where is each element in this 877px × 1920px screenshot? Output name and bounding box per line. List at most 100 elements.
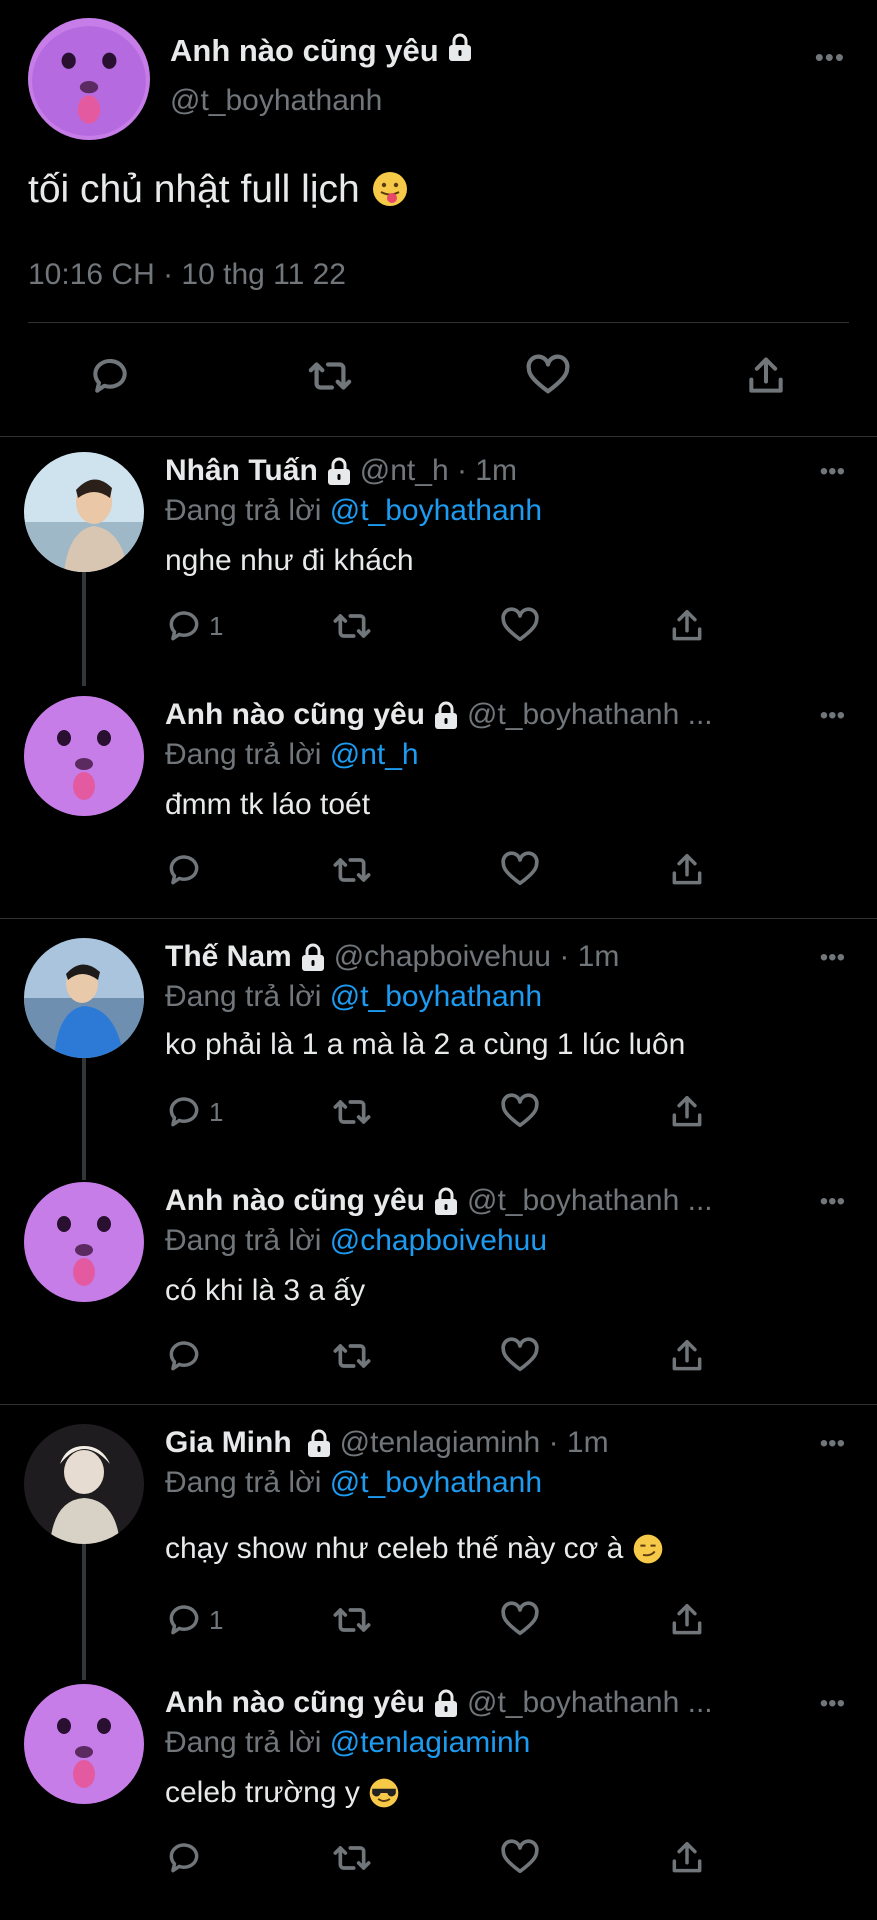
reply-author-handle[interactable]: @tenlagiaminh · 1m	[340, 1426, 609, 1460]
more-options-button[interactable]: •••	[820, 458, 845, 486]
tweet-text-content: tối chủ nhật full lịch	[28, 168, 360, 211]
like-icon[interactable]	[500, 1090, 540, 1134]
tweet-timestamp[interactable]: 10:16 CH · 10 thg 11 22	[28, 258, 346, 292]
replying-to-mention[interactable]: @t_boyhathanh	[330, 1466, 542, 1499]
share-icon[interactable]	[668, 848, 706, 892]
reply-author-handle[interactable]: @t_boyhathanh ...	[467, 1184, 713, 1218]
sunglasses-emoji-icon	[368, 1777, 400, 1812]
reply-author-name[interactable]: Anh nào cũng yêu	[165, 1686, 425, 1720]
share-icon[interactable]	[668, 1836, 706, 1880]
reply-author-handle[interactable]: @nt_h · 1m	[360, 454, 517, 488]
share-icon[interactable]	[668, 1090, 706, 1134]
avatar[interactable]	[24, 452, 144, 572]
avatar[interactable]	[24, 1424, 144, 1544]
author-name-row[interactable]: Anh nào cũng yêu	[170, 32, 473, 70]
reply-tweet[interactable]: Anh nào cũng yêu @t_boyhathanh ... ••• Đ…	[0, 1166, 877, 1406]
retweet-icon[interactable]	[332, 1334, 372, 1378]
replying-to-mention[interactable]: @chapboivehuu	[330, 1224, 547, 1257]
share-icon[interactable]	[668, 604, 706, 648]
retweet-icon[interactable]	[332, 848, 372, 892]
reply-author-name[interactable]: Nhân Tuấn	[165, 454, 318, 488]
replying-to-mention[interactable]: @t_boyhathanh	[330, 980, 542, 1013]
reply-text: có khi là 3 a ấy	[165, 1274, 366, 1307]
more-options-button[interactable]: •••	[815, 42, 845, 73]
reply-tweet[interactable]: Anh nào cũng yêu @t_boyhathanh ... ••• Đ…	[0, 1668, 877, 1908]
replying-prefix: Đang trả lời	[165, 980, 330, 1013]
like-icon[interactable]	[500, 848, 540, 892]
avatar[interactable]	[24, 938, 144, 1058]
more-options-button[interactable]: •••	[820, 944, 845, 972]
lock-icon	[300, 942, 326, 972]
reply-text: đmm tk láo toét	[165, 788, 371, 821]
avatar[interactable]	[28, 18, 150, 140]
reply-icon[interactable]	[165, 848, 203, 892]
replying-to-line: Đang trả lời @tenlagiaminh	[165, 1726, 530, 1760]
reply-action-bar	[0, 1334, 877, 1378]
more-options-button[interactable]: •••	[820, 1188, 845, 1216]
reply-header: Thế Nam @chapboivehuu · 1m	[165, 940, 841, 974]
author-handle[interactable]: @t_boyhathanh	[170, 84, 382, 118]
retweet-icon[interactable]	[304, 350, 356, 402]
main-action-bar	[0, 350, 877, 410]
retweet-icon[interactable]	[332, 1598, 372, 1642]
reply-button[interactable]: 1	[165, 1090, 223, 1134]
reply-author-name[interactable]: Gia Minh	[165, 1426, 292, 1460]
share-icon[interactable]	[740, 350, 792, 402]
reply-tweet[interactable]: Nhân Tuấn @nt_h · 1m ••• Đang trả lời @t…	[0, 436, 877, 676]
retweet-icon[interactable]	[332, 604, 372, 648]
retweet-icon[interactable]	[332, 1090, 372, 1134]
lock-icon	[326, 456, 352, 486]
reply-author-name[interactable]: Thế Nam	[165, 940, 292, 974]
tweet-thread-page: Anh nào cũng yêu @t_boyhathanh ••• tối c…	[0, 0, 877, 1920]
avatar[interactable]	[24, 696, 144, 816]
reply-button[interactable]: 1	[165, 604, 223, 648]
replying-prefix: Đang trả lời	[165, 1224, 330, 1257]
reply-author-name[interactable]: Anh nào cũng yêu	[165, 698, 425, 732]
reply-button[interactable]: 1	[165, 1598, 223, 1642]
reply-icon[interactable]	[165, 1836, 203, 1880]
smirk-emoji-icon	[632, 1533, 664, 1568]
tweet-text: tối chủ nhật full lịch	[28, 168, 409, 214]
reply-author-name[interactable]: Anh nào cũng yêu	[165, 1184, 425, 1218]
author-name[interactable]: Anh nào cũng yêu	[170, 33, 439, 69]
reply-icon[interactable]	[165, 1334, 203, 1378]
avatar[interactable]	[24, 1684, 144, 1804]
like-icon[interactable]	[500, 1334, 540, 1378]
reply-header: Anh nào cũng yêu @t_boyhathanh ...	[165, 698, 841, 732]
reply-text: ko phải là 1 a mà là 2 a cùng 1 lúc luôn	[165, 1028, 686, 1061]
more-options-button[interactable]: •••	[820, 1690, 845, 1718]
reply-action-bar	[0, 1836, 877, 1880]
lock-icon	[447, 32, 473, 70]
like-icon[interactable]	[500, 1836, 540, 1880]
more-options-button[interactable]: •••	[820, 702, 845, 730]
like-icon[interactable]	[500, 604, 540, 648]
avatar[interactable]	[24, 1182, 144, 1302]
replying-to-mention[interactable]: @tenlagiaminh	[330, 1726, 531, 1759]
reply-tweet[interactable]: Gia Minh @tenlagiaminh · 1m ••• Đang trả…	[0, 1408, 877, 1670]
reply-header: Gia Minh @tenlagiaminh · 1m	[165, 1426, 841, 1460]
reply-author-handle[interactable]: @chapboivehuu · 1m	[334, 940, 620, 974]
share-icon[interactable]	[668, 1334, 706, 1378]
replying-to-line: Đang trả lời @t_boyhathanh	[165, 1466, 542, 1500]
lock-icon	[433, 1186, 459, 1216]
share-icon[interactable]	[668, 1598, 706, 1642]
reply-icon	[169, 1097, 199, 1127]
replying-prefix: Đang trả lời	[165, 1466, 330, 1499]
reply-text-content: chạy show như celeb thế này cơ à	[165, 1532, 624, 1565]
reply-author-handle[interactable]: @t_boyhathanh ...	[467, 1686, 713, 1720]
replying-prefix: Đang trả lời	[165, 1726, 330, 1759]
like-icon[interactable]	[500, 1598, 540, 1642]
reply-icon	[169, 1605, 199, 1635]
replying-to-mention[interactable]: @nt_h	[330, 738, 419, 771]
reply-author-handle[interactable]: @t_boyhathanh ...	[467, 698, 713, 732]
reply-tweet[interactable]: Anh nào cũng yêu @t_boyhathanh ... ••• Đ…	[0, 680, 877, 920]
replying-prefix: Đang trả lời	[165, 494, 330, 527]
reply-icon[interactable]	[84, 350, 136, 402]
reply-tweet[interactable]: Thế Nam @chapboivehuu · 1m ••• Đang trả …	[0, 922, 877, 1162]
retweet-icon[interactable]	[332, 1836, 372, 1880]
like-icon[interactable]	[522, 350, 574, 402]
replying-to-mention[interactable]: @t_boyhathanh	[330, 494, 542, 527]
reply-action-bar: 1	[0, 1090, 877, 1134]
replying-to-line: Đang trả lời @nt_h	[165, 738, 419, 772]
more-options-button[interactable]: •••	[820, 1430, 845, 1458]
